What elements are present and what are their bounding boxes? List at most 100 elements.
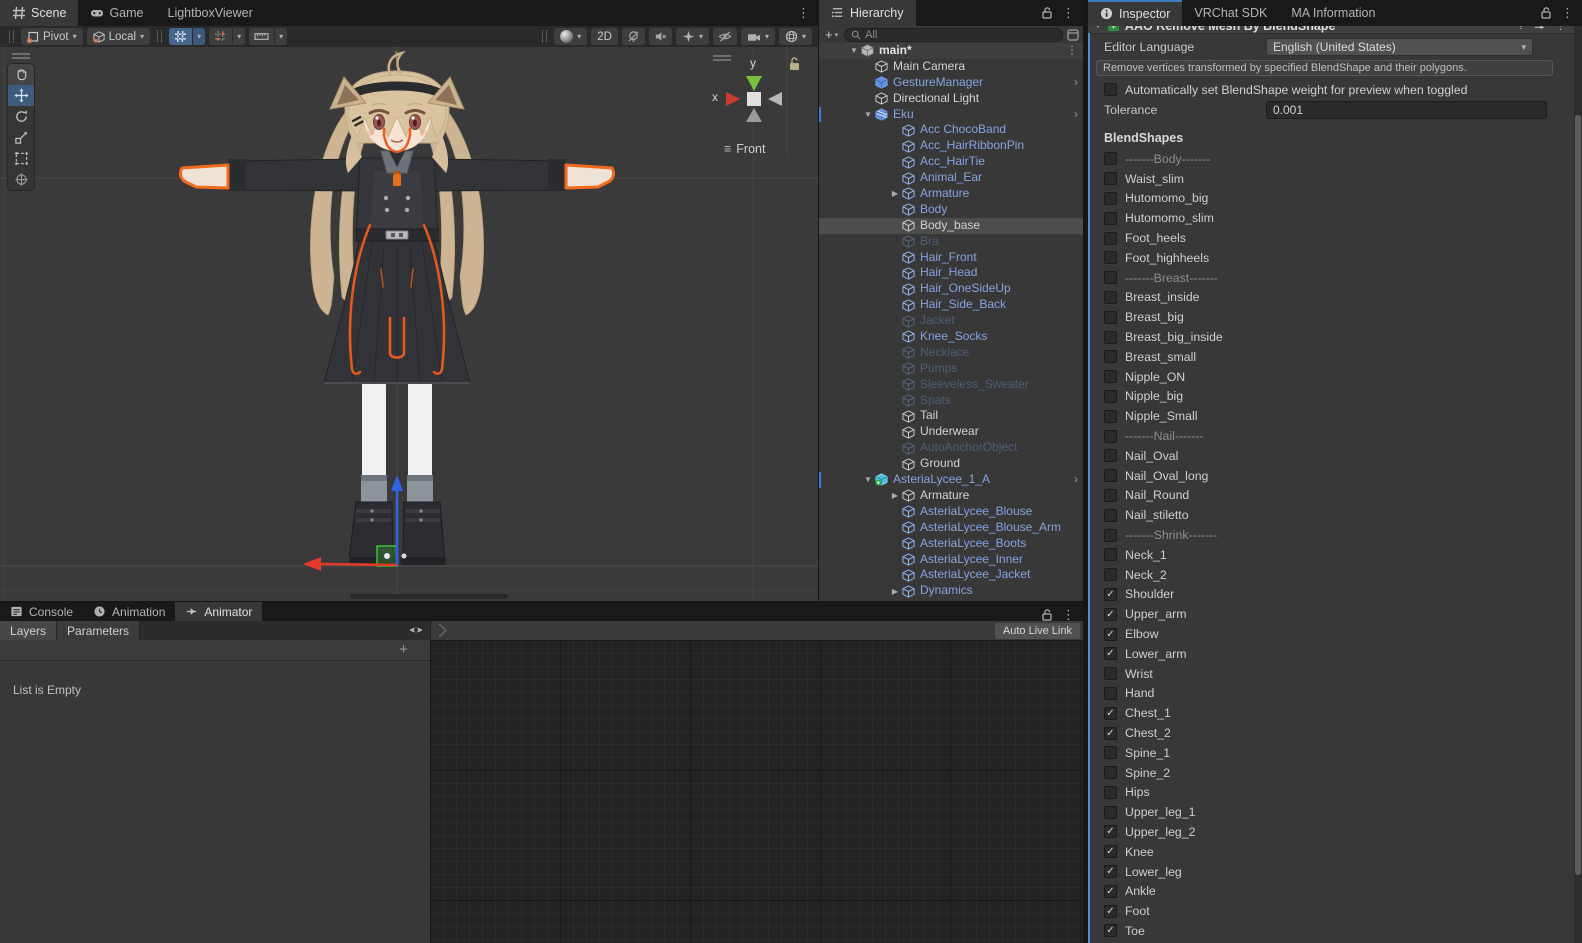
blendshape-checkbox[interactable] [1104,172,1117,185]
grid-snapping-toggle[interactable] [169,28,192,45]
blendshape-checkbox[interactable]: ✓ [1104,885,1117,898]
hierarchy-item-armature[interactable]: ▶Armature [819,488,1083,504]
pivot-dropdown[interactable]: Pivot ▾ [21,28,83,45]
tolerance-input[interactable]: 0.001 [1266,101,1547,119]
hierarchy-item-body-base[interactable]: Body_base [819,218,1083,234]
panel-lock-icon[interactable] [1038,7,1056,19]
eye-icon[interactable] [408,623,424,637]
hierarchy-item-eku[interactable]: ▼Eku› [819,107,1083,123]
blendshape-checkbox[interactable]: ✓ [1104,865,1117,878]
hierarchy-item-hair-front[interactable]: Hair_Front [819,250,1083,266]
hierarchy-item-asterialycee-blouse[interactable]: AsteriaLycee_Blouse [819,504,1083,520]
blendshape-checkbox[interactable] [1104,350,1117,363]
hierarchy-item-asterialycee-blouse-arm[interactable]: AsteriaLycee_Blouse_Arm [819,520,1083,536]
parameters-button[interactable]: Parameters [57,621,140,640]
blendshape-row-lower-leg[interactable]: ✓Lower_leg [1090,862,1574,882]
blendshape-checkbox[interactable] [1104,370,1117,383]
prefab-open-chevron-icon[interactable]: › [1074,472,1078,488]
blendshape-checkbox[interactable] [1104,430,1117,443]
editor-language-dropdown[interactable]: English (United States) ▾ [1266,38,1533,56]
kebab-menu-icon[interactable]: ⋮ [1066,43,1078,59]
scene-visibility-toggle[interactable] [713,28,737,45]
hierarchy-item-asterialycee-1-a[interactable]: ▼AsteriaLycee_1_A› [819,472,1083,488]
blendshape-row-lower-arm[interactable]: ✓Lower_arm [1090,644,1574,664]
transform-tool[interactable] [8,169,34,190]
blendshape-row-foot-heels[interactable]: Foot_heels [1090,228,1574,248]
hierarchy-item-hair-onesideup[interactable]: Hair_OneSideUp [819,281,1083,297]
blendshape-row-knee[interactable]: ✓Knee [1090,842,1574,862]
blendshape-row-foot[interactable]: ✓Foot [1090,901,1574,921]
scene-viewport[interactable]: y x ≡ Front [0,47,818,601]
blendshape-row-upper-leg-1[interactable]: Upper_leg_1 [1090,802,1574,822]
toolbar-grip[interactable] [157,30,162,43]
inspector-scrollbar[interactable] [1574,26,1582,943]
blendshape-checkbox[interactable] [1104,509,1117,522]
blendshape-row-neck-1[interactable]: Neck_1 [1090,545,1574,565]
hierarchy-item-asterialycee-boots[interactable]: AsteriaLycee_Boots [819,536,1083,552]
blendshape-row--breast-[interactable]: -------Breast------- [1090,268,1574,288]
scene-lighting-toggle[interactable] [622,28,645,45]
blendshape-row--shrink-[interactable]: -------Shrink------- [1090,525,1574,545]
blendshape-checkbox[interactable] [1104,746,1117,759]
hierarchy-item-bra[interactable]: Bra [819,234,1083,250]
blendshape-row-hips[interactable]: Hips [1090,783,1574,803]
inspector-menu-icon[interactable]: ⋮ [1555,0,1580,26]
hierarchy-item-hair-head[interactable]: Hair_Head [819,265,1083,281]
hierarchy-item-tail[interactable]: Tail [819,408,1083,424]
scene-scroll-pill[interactable] [350,594,508,599]
blendshape-checkbox[interactable]: ✓ [1104,588,1117,601]
blendshape-checkbox[interactable]: ✓ [1104,707,1117,720]
local-dropdown[interactable]: Local ▾ [87,28,151,45]
shading-mode-dropdown[interactable]: ▾ [554,28,587,45]
hierarchy-item-body[interactable]: Body [819,202,1083,218]
blendshape-row-nail-oval-long[interactable]: Nail_Oval_long [1090,466,1574,486]
blendshape-row-ankle[interactable]: ✓Ankle [1090,881,1574,901]
hierarchy-search-input[interactable]: All [844,28,1063,42]
hierarchy-item-asterialycee-inner[interactable]: AsteriaLycee_Inner [819,552,1083,568]
blendshape-row-spine-2[interactable]: Spine_2 [1090,763,1574,783]
blendshape-row-nipple-small[interactable]: Nipple_Small [1090,406,1574,426]
hierarchy-item-acc-hairtie[interactable]: Acc_HairTie [819,154,1083,170]
hierarchy-item-acc-hairribbonpin[interactable]: Acc_HairRibbonPin [819,138,1083,154]
hierarchy-item-hair-side-back[interactable]: Hair_Side_Back [819,297,1083,313]
blendshape-checkbox[interactable]: ✓ [1104,905,1117,918]
blendshape-row-nail-stiletto[interactable]: Nail_stiletto [1090,505,1574,525]
blendshape-row-nipple-big[interactable]: Nipple_big [1090,387,1574,407]
move-tool[interactable] [8,85,34,106]
scene-camera-dropdown[interactable]: ▾ [741,28,775,45]
component-help-icon[interactable]: ? [1518,26,1524,32]
blendshape-row-breast-small[interactable]: Breast_small [1090,347,1574,367]
view-hand-tool[interactable] [8,64,34,85]
hierarchy-item-gesturemanager[interactable]: GestureManager› [819,75,1083,91]
blendshape-row-chest-1[interactable]: ✓Chest_1 [1090,703,1574,723]
foldout-open-icon[interactable]: ▼ [861,475,875,484]
view-orientation-label[interactable]: ≡ Front [724,142,765,156]
blendshape-checkbox[interactable] [1104,469,1117,482]
blendshape-checkbox[interactable] [1104,786,1117,799]
blendshape-row-breast-big-inside[interactable]: Breast_big_inside [1090,327,1574,347]
blendshape-checkbox[interactable] [1104,489,1117,502]
hierarchy-item-main-[interactable]: ▼main*⋮ [819,43,1083,59]
tab-lightboxviewer[interactable]: LightboxViewer [156,0,265,26]
tab-inspector[interactable]: Inspector [1088,0,1182,26]
tab-game[interactable]: Game [78,0,155,26]
tab-console[interactable]: Console [0,602,83,621]
grid-snapping-dropdown[interactable]: ▾ [193,28,205,45]
scene-effects-dropdown[interactable]: ▾ [676,28,709,45]
increment-snap-toggle[interactable] [209,28,232,45]
blendshape-checkbox[interactable] [1104,291,1117,304]
rotate-tool[interactable] [8,106,34,127]
blendshape-row-toe[interactable]: ✓Toe [1090,921,1574,941]
hierarchy-item-jacket[interactable]: Jacket [819,313,1083,329]
hierarchy-item-acc-chocoband[interactable]: Acc ChocoBand [819,122,1083,138]
blendshape-checkbox[interactable] [1104,766,1117,779]
scale-tool[interactable] [8,127,34,148]
blendshape-row-hutomomo-big[interactable]: Hutomomo_big [1090,189,1574,209]
hierarchy-item-pumps[interactable]: Pumps [819,361,1083,377]
foldout-closed-icon[interactable]: ▶ [888,587,902,596]
blendshape-row-hand[interactable]: Hand [1090,684,1574,704]
auto-weight-row[interactable]: Automatically set BlendShape weight for … [1090,82,1574,97]
blendshape-checkbox[interactable] [1104,449,1117,462]
hierarchy-item-dynamics[interactable]: ▶Dynamics [819,583,1083,599]
blendshape-checkbox[interactable] [1104,271,1117,284]
